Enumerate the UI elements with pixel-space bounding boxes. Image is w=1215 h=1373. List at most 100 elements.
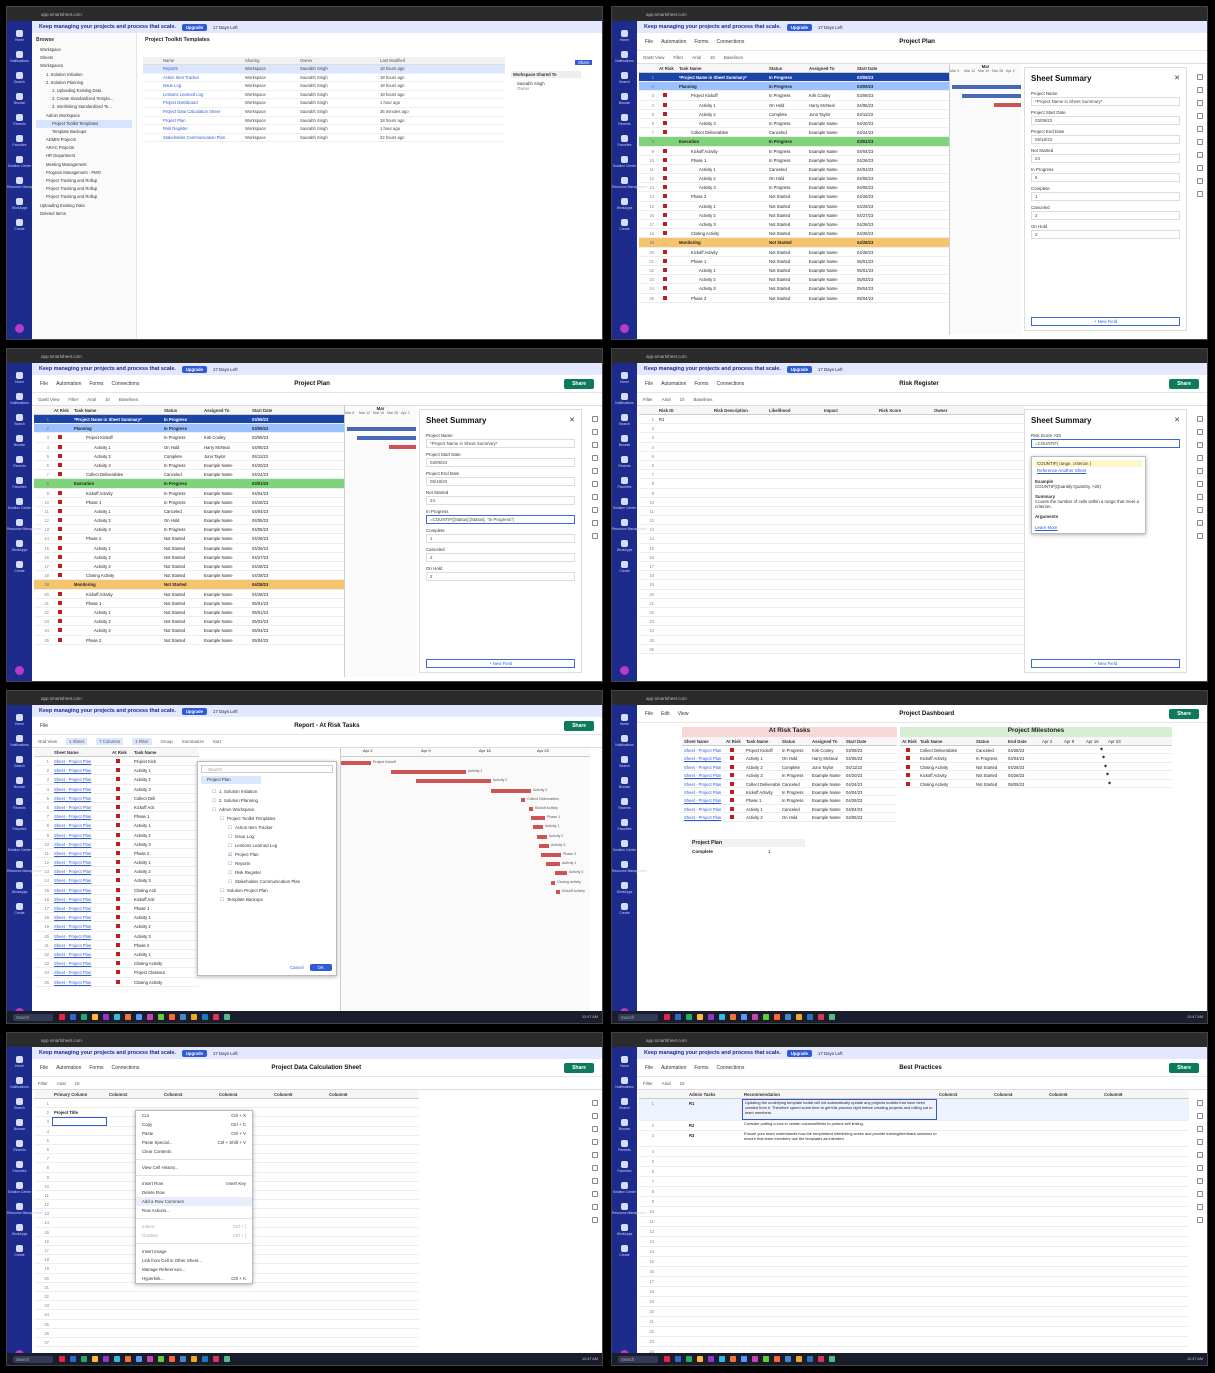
grid-row[interactable]: 21 Phase 1 Not Started Example Name 05/01/23 [34, 599, 344, 608]
taskbar-app-icon[interactable] [81, 1014, 87, 1020]
item-name[interactable]: Risk Register [143, 125, 243, 133]
status-cell[interactable]: Not Started [767, 257, 807, 265]
start-date-cell[interactable]: 04/26/23 [855, 192, 887, 200]
grid-row[interactable]: 13 Activity 3 In Progress Example Name 04/05… [34, 525, 344, 535]
grid-row[interactable]: 11 [639, 1217, 1189, 1227]
picker-item[interactable]: ☐ Solution Project Plan [198, 886, 336, 895]
start-date-cell[interactable]: 04/04/23 [855, 147, 887, 155]
grid-row[interactable]: 15 Activity 1 Not Started Example Name 04/26… [639, 202, 949, 211]
primary-cell[interactable] [52, 1127, 107, 1135]
start-date-cell[interactable]: 04/24/23 [855, 128, 887, 136]
rail-search-icon[interactable] [16, 756, 23, 763]
start-date-cell[interactable]: 04/04/23 [250, 489, 282, 497]
admin-task-cell[interactable] [687, 1257, 742, 1266]
picker-item[interactable]: ☐ Template Backups [198, 895, 336, 904]
primary-cell[interactable] [52, 1237, 107, 1245]
assigned-cell[interactable]: Example Name [807, 266, 855, 274]
ok-button[interactable]: OK [309, 964, 332, 971]
sheet-name-link[interactable]: Sheet - Project Plan [52, 766, 110, 774]
item-name[interactable]: Action Item Tracker [143, 74, 243, 82]
at-risk-cell[interactable] [52, 452, 72, 460]
at-risk-cell[interactable] [657, 248, 677, 256]
picker-item[interactable]: ☐ Admin Workspace [198, 805, 336, 814]
taskbar-app-icon[interactable] [191, 1356, 197, 1362]
sheet-name-link[interactable]: Sheet - Project Plan [52, 959, 110, 967]
taskbar-app-icon[interactable] [807, 1356, 813, 1362]
grid-row[interactable]: 13 [639, 525, 1024, 535]
task-name-cell[interactable]: Activity 2 [677, 275, 767, 283]
font-select[interactable]: Arial [87, 397, 96, 402]
browser-address-bar[interactable]: app.smartsheet.com [612, 1033, 1207, 1047]
task-name-cell[interactable]: Collect Deliverables [72, 470, 162, 478]
rail-notifications-icon[interactable] [621, 51, 628, 58]
column-header[interactable]: Assigned To [807, 64, 855, 72]
task-name-cell[interactable]: *Project Name in Sheet Summary* [677, 73, 767, 81]
risk-id-cell[interactable] [657, 470, 712, 478]
at-risk-cell[interactable] [110, 867, 132, 875]
at-risk-cell[interactable] [657, 257, 677, 265]
side-tool-icon[interactable] [1197, 1165, 1203, 1171]
grid-row[interactable]: 17 Sheet - Project Plan Phase 1 [34, 904, 199, 914]
task-name-cell[interactable]: Activity 3 [72, 525, 162, 533]
taskbar-app-icon[interactable] [675, 1014, 681, 1020]
recommendation-cell[interactable] [742, 1317, 937, 1326]
grid-row[interactable]: 1 *Project Name in Sheet Summary* In Progr… [639, 73, 949, 83]
rail-notifications-icon[interactable] [621, 735, 628, 742]
table-row[interactable]: Action Item Tracker Workspace Saurabh Sing… [143, 74, 505, 83]
rail-browse-icon[interactable] [621, 1119, 628, 1126]
taskbar-app-icon[interactable] [158, 1014, 164, 1020]
assigned-cell[interactable]: Example Name [807, 211, 855, 219]
assigned-cell[interactable]: Example Name [807, 128, 855, 136]
start-date-cell[interactable]: 04/28/23 [855, 229, 887, 237]
grid-row[interactable]: 4 Activity 1 On Hold Harry McNeal 04/05/23 [639, 101, 949, 110]
menu-view[interactable]: View [678, 711, 689, 717]
primary-cell[interactable] [52, 1255, 107, 1263]
taskbar-search[interactable]: Search [13, 1013, 53, 1021]
rail-browse-icon[interactable] [16, 93, 23, 100]
checkbox[interactable]: ☐ [228, 843, 232, 848]
browser-address-bar[interactable]: app.smartsheet.com [7, 691, 602, 705]
column-header[interactable]: Sharing [243, 57, 298, 64]
task-name-cell[interactable]: Phase 1 [677, 257, 767, 265]
rail-search-icon[interactable] [16, 414, 23, 421]
status-cell[interactable]: On Hold [767, 101, 807, 109]
column-header[interactable]: Last Modified [378, 57, 478, 64]
task-name-cell[interactable]: Collect Deliverables [677, 128, 767, 136]
grid-row[interactable]: 11 [639, 507, 1024, 517]
grid-row[interactable]: 24 [639, 626, 1024, 636]
column-header[interactable]: Column4 [217, 1090, 272, 1098]
risk-id-cell[interactable] [657, 571, 712, 579]
rail-workapps-icon[interactable] [16, 882, 23, 889]
at-risk-cell[interactable] [52, 553, 72, 561]
rail-workapps-icon[interactable] [621, 1224, 628, 1231]
view-select[interactable]: Gantt View [643, 55, 664, 60]
taskbar-app-icon[interactable] [136, 1356, 142, 1362]
admin-task-cell[interactable] [687, 1207, 742, 1216]
risk-id-cell[interactable] [657, 525, 712, 533]
status-cell[interactable]: Not Started [767, 229, 807, 237]
widget-row[interactable]: Collect Deliverables Canceled 04/28/23 ◆ [900, 746, 1172, 755]
status-cell[interactable]: In Progress [162, 415, 202, 423]
font-size-select[interactable]: 10 [680, 1081, 685, 1086]
grid-row[interactable]: 25 Phase 2 Not Started Example Name 05/04/23 [639, 294, 949, 303]
assigned-cell[interactable]: Example Name [202, 590, 250, 598]
side-tool-icon[interactable] [1197, 87, 1203, 93]
grid-row[interactable]: 21 [639, 1317, 1189, 1327]
admin-task-cell[interactable] [687, 1287, 742, 1296]
start-date-cell[interactable]: 04/26/23 [855, 202, 887, 210]
start-date-cell[interactable]: 04/28/23 [855, 238, 887, 246]
sheet-name-link[interactable]: Sheet - Project Plan [52, 886, 110, 894]
sheet-name-link[interactable]: Sheet - Project Plan [52, 867, 110, 875]
rail-resource-management-icon[interactable] [621, 1203, 628, 1210]
assigned-cell[interactable]: Example Name [202, 516, 250, 524]
at-risk-cell[interactable] [110, 913, 132, 921]
side-tool-icon[interactable] [592, 1113, 598, 1119]
rail-notifications-icon[interactable] [16, 51, 23, 58]
sheet-name-link[interactable]: Sheet - Project Plan [682, 763, 724, 770]
browse-item[interactable]: Deleted Items [36, 210, 132, 218]
task-name-cell[interactable]: Phase 2 [132, 849, 192, 857]
grid-row[interactable]: 23 [639, 617, 1024, 627]
taskbar-app-icon[interactable] [730, 1014, 736, 1020]
task-name-cell[interactable]: Activity 2 [72, 553, 162, 561]
taskbar-app-icon[interactable] [730, 1356, 736, 1362]
